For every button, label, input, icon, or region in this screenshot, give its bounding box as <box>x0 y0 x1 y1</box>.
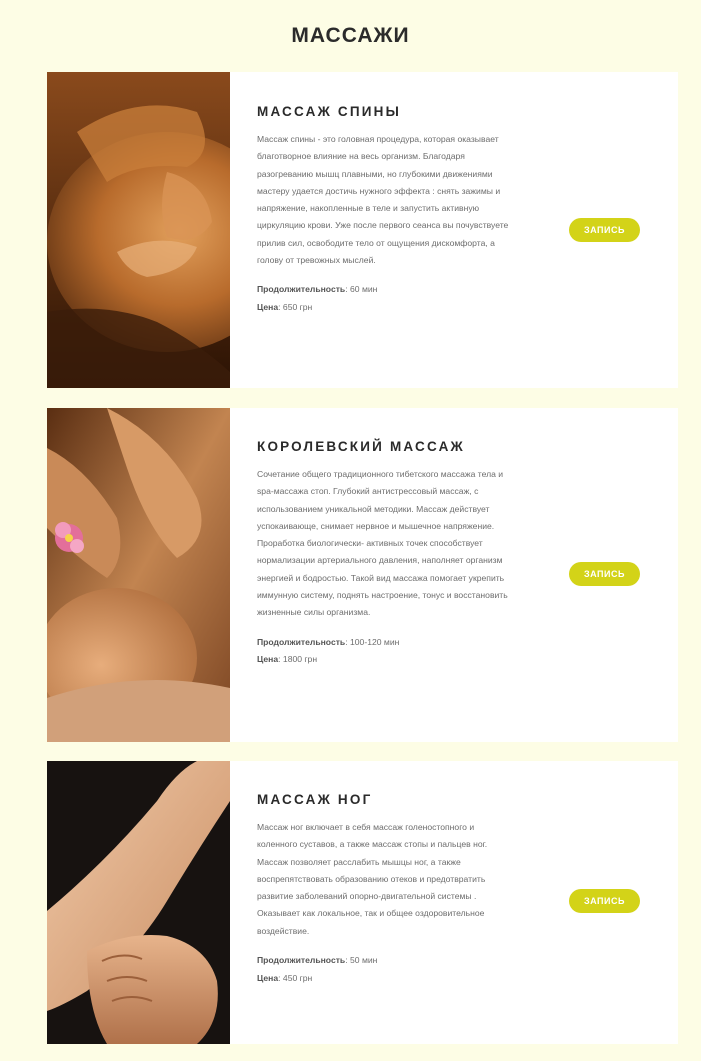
price-line: Цена: 650 грн <box>257 301 313 312</box>
duration-value: 50 мин <box>350 955 378 966</box>
price-value: 1800 грн <box>282 654 318 665</box>
price-label: Цена <box>257 972 279 983</box>
massage-meta: Продолжительность: 60 мин Цена: 650 грн <box>257 281 509 316</box>
massage-meta: Продолжительность: 50 мин Цена: 450 грн <box>257 952 509 987</box>
duration-line: Продолжительность: 50 мин <box>257 955 378 966</box>
massage-description: Сочетание общего традиционного тибетског… <box>257 469 508 618</box>
massage-title: МАССАЖ НОГ <box>257 792 373 807</box>
massage-card: МАССАЖ НОГ Массаж ног включает в себя ма… <box>47 761 678 1044</box>
massage-description: Массаж спины - это головная процедура, к… <box>257 134 509 266</box>
royal-massage-photo <box>47 408 230 742</box>
massage-title: КОРОЛЕВСКИЙ МАССАЖ <box>257 439 465 454</box>
massage-page: МАССАЖИ МАССАЖ СПИНЫ Массаж спины - это … <box>0 0 701 1061</box>
price-value: 450 грн <box>282 972 313 983</box>
price-label: Цена <box>257 301 279 312</box>
duration-value: 60 мин <box>350 284 378 295</box>
duration-label: Продолжительность <box>257 955 346 966</box>
massage-title: МАССАЖ СПИНЫ <box>257 104 402 119</box>
massage-meta: Продолжительность: 100-120 мин Цена: 180… <box>257 634 509 669</box>
duration-line: Продолжительность: 100-120 мин <box>257 636 400 647</box>
price-label: Цена <box>257 654 279 665</box>
price-value: 650 грн <box>282 301 313 312</box>
massage-info: МАССАЖ НОГ Массаж ног включает в себя ма… <box>257 792 509 987</box>
book-button[interactable]: ЗАПИСЬ <box>569 889 640 913</box>
price-line: Цена: 1800 грн <box>257 654 318 665</box>
duration-value: 100-120 мин <box>350 636 400 647</box>
massage-card: КОРОЛЕВСКИЙ МАССАЖ Сочетание общего трад… <box>47 408 678 742</box>
price-line: Цена: 450 грн <box>257 972 313 983</box>
back-massage-photo <box>47 72 230 388</box>
massage-info: МАССАЖ СПИНЫ Массаж спины - это головная… <box>257 104 509 316</box>
page-title: МАССАЖИ <box>291 24 410 47</box>
duration-label: Продолжительность <box>257 284 346 295</box>
foot-massage-photo <box>47 761 230 1044</box>
duration-line: Продолжительность: 60 мин <box>257 284 378 295</box>
massage-info: КОРОЛЕВСКИЙ МАССАЖ Сочетание общего трад… <box>257 439 509 669</box>
massage-description: Массаж ног включает в себя массаж голено… <box>257 822 488 936</box>
massage-card: МАССАЖ СПИНЫ Массаж спины - это головная… <box>47 72 678 388</box>
book-button[interactable]: ЗАПИСЬ <box>569 562 640 586</box>
book-button[interactable]: ЗАПИСЬ <box>569 218 640 242</box>
duration-label: Продолжительность <box>257 636 346 647</box>
